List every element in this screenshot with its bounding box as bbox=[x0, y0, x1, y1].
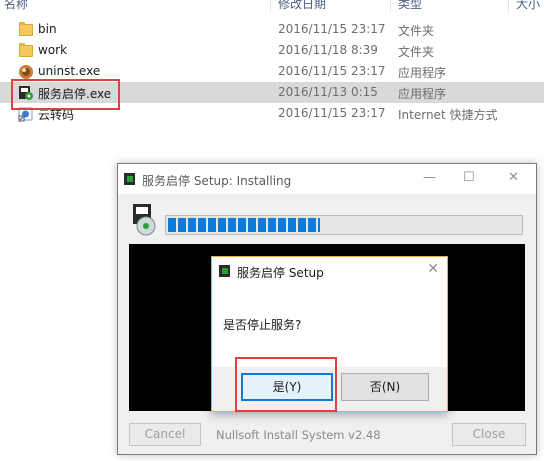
cancel-button[interactable]: Cancel bbox=[129, 423, 201, 446]
file-name: uninst.exe bbox=[38, 64, 101, 78]
file-type: 文件夹 bbox=[398, 24, 435, 38]
file-name: work bbox=[38, 43, 68, 57]
column-separator[interactable] bbox=[270, 0, 271, 12]
uninstaller-icon bbox=[19, 65, 33, 79]
dialog-close-button[interactable]: ✕ bbox=[427, 261, 439, 277]
column-header-size[interactable]: 大小 bbox=[516, 0, 540, 11]
file-type: 文件夹 bbox=[398, 45, 435, 59]
file-name: bin bbox=[38, 22, 57, 36]
file-date: 2016/11/15 23:17 bbox=[278, 64, 386, 78]
dialog-body: 是否停止服务? bbox=[212, 285, 447, 367]
file-type: 应用程序 bbox=[398, 87, 447, 101]
dialog-message: 是否停止服务? bbox=[223, 318, 302, 332]
maximize-button[interactable]: ☐ bbox=[463, 170, 475, 185]
close-window-button[interactable]: ✕ bbox=[508, 170, 519, 185]
installer-titlebar[interactable]: 服务启停 Setup: Installing — ☐ ✕ bbox=[118, 164, 536, 194]
highlight-annotation-yes bbox=[235, 357, 337, 412]
minimize-button[interactable]: — bbox=[423, 170, 436, 185]
file-type: Internet 快捷方式 bbox=[398, 108, 498, 122]
column-separator[interactable] bbox=[508, 0, 509, 12]
installer-title: 服务启停 Setup: Installing bbox=[142, 174, 292, 188]
file-row-bin[interactable]: bin 2016/11/15 23:17 文件夹 bbox=[0, 19, 544, 40]
dialog-app-icon bbox=[217, 263, 233, 279]
file-date: 2016/11/13 0:15 bbox=[278, 85, 378, 99]
no-button[interactable]: 否(N) bbox=[341, 373, 429, 401]
file-date: 2016/11/15 23:17 bbox=[278, 106, 386, 120]
nsis-branding: Nullsoft Install System v2.48 bbox=[216, 428, 381, 442]
highlight-annotation-file bbox=[11, 79, 120, 110]
dialog-title: 服务启停 Setup bbox=[237, 266, 324, 280]
close-button[interactable]: Close bbox=[452, 423, 526, 446]
file-type: 应用程序 bbox=[398, 66, 447, 80]
progress-fill bbox=[168, 218, 320, 232]
column-separator[interactable] bbox=[390, 0, 391, 12]
file-date: 2016/11/18 8:39 bbox=[278, 43, 378, 57]
installer-app-icon bbox=[122, 171, 138, 187]
folder-icon bbox=[19, 43, 33, 57]
installer-disc-icon bbox=[133, 204, 156, 236]
column-header-name[interactable]: 名称 bbox=[4, 0, 28, 11]
dialog-titlebar[interactable]: 服务启停 Setup ✕ bbox=[212, 257, 447, 285]
file-date: 2016/11/15 23:17 bbox=[278, 22, 386, 36]
column-header-type[interactable]: 类型 bbox=[398, 0, 422, 11]
file-row-work[interactable]: work 2016/11/18 8:39 文件夹 bbox=[0, 40, 544, 61]
column-header-date[interactable]: 修改日期 bbox=[278, 0, 326, 11]
install-progress-bar bbox=[165, 215, 523, 235]
folder-icon bbox=[19, 22, 33, 36]
